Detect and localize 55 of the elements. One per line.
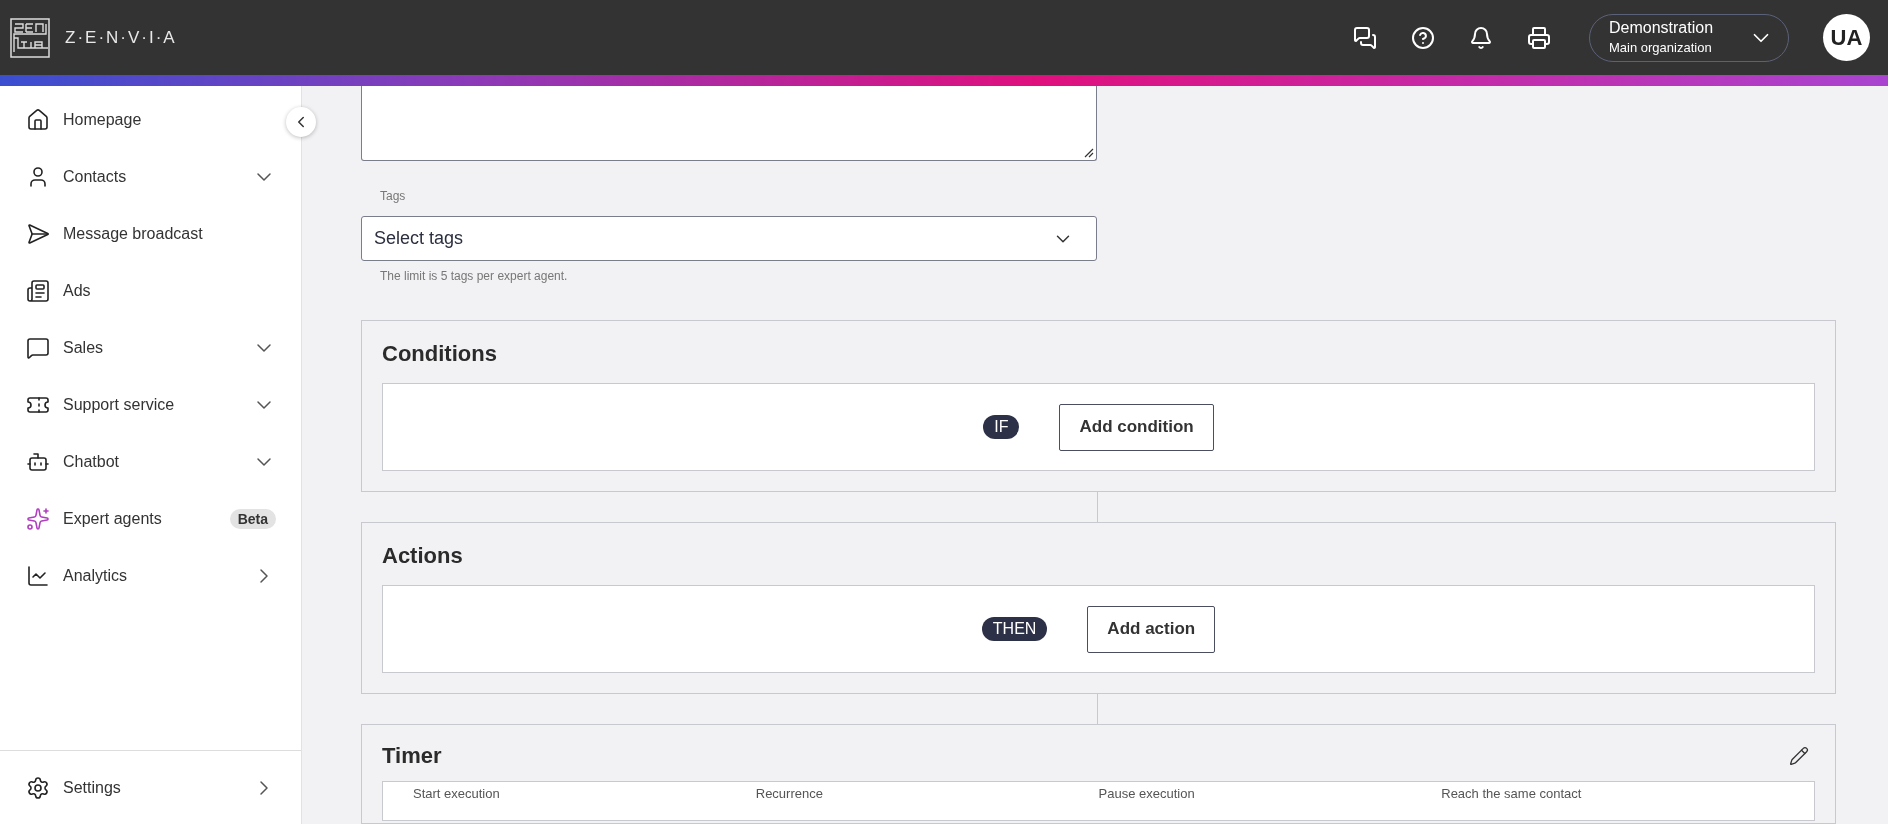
sidebar-item[interactable]: Analytics: [0, 547, 284, 604]
sidebar-label: Ads: [63, 280, 92, 301]
send-icon: [26, 221, 50, 246]
organization-name: Demonstration: [1609, 17, 1715, 38]
sparkles-icon: [26, 506, 50, 531]
sidebar-item[interactable]: Support service: [0, 376, 284, 433]
bell-icon[interactable]: [1469, 25, 1493, 50]
section-title: Timer: [382, 743, 443, 769]
collapse-button[interactable]: [286, 107, 316, 137]
sidebar-label: Expert agents: [63, 508, 163, 529]
printer-icon[interactable]: [1527, 25, 1551, 50]
sidebar-label: Support service: [63, 394, 176, 415]
sidebar-item[interactable]: Chatbot: [0, 433, 284, 490]
house-icon: [26, 107, 50, 132]
sidebar-item[interactable]: Message broadcast: [0, 205, 284, 262]
resize-grip-icon: [1084, 148, 1094, 159]
beta-badge: Beta: [229, 508, 276, 529]
section-title: Conditions: [382, 341, 498, 367]
organization-subtitle: Main organization: [1609, 38, 1713, 57]
sidebar-item[interactable]: Homepage: [0, 91, 284, 148]
section-title: Actions: [382, 543, 464, 569]
sidebar-item[interactable]: Sales: [0, 319, 284, 376]
sidebar-label: Homepage: [63, 109, 143, 130]
tags-label: Tags: [380, 188, 407, 206]
logo-icon: [10, 17, 50, 58]
sidebar-item[interactable]: Expert agents Beta: [0, 490, 284, 547]
sidebar-label: Contacts: [63, 166, 128, 187]
chat-bubble-icon: [26, 335, 50, 360]
line-chart-icon: [26, 563, 50, 588]
tags-select[interactable]: Select tags: [361, 216, 1097, 261]
sidebar-item[interactable]: Settings: [0, 759, 284, 816]
timer-column-label: Start execution: [413, 786, 501, 803]
add-button[interactable]: Add condition: [1059, 403, 1214, 451]
sidebar-label: Settings: [63, 777, 122, 798]
sidebar-item[interactable]: Contacts: [0, 148, 284, 205]
sidebar-label: Chatbot: [63, 451, 121, 472]
timer-column-label: Recurrence: [755, 786, 824, 803]
timer-column-label: Pause execution: [1098, 786, 1196, 803]
help-icon[interactable]: [1411, 25, 1435, 50]
brand-wordmark: Z·E·N·V·I·A: [65, 26, 177, 49]
settings-icon: [26, 775, 50, 800]
chat-help-icon[interactable]: [1353, 25, 1377, 50]
sidebar-item[interactable]: Ads: [0, 262, 284, 319]
document-icon: [26, 278, 50, 303]
timer-column-label: Reach the same contact: [1441, 786, 1583, 803]
tags-helper-text: The limit is 5 tags per expert agent.: [380, 268, 569, 285]
add-button[interactable]: Add action: [1087, 605, 1216, 653]
sidebar-label: Sales: [63, 337, 105, 358]
sidebar-label: Analytics: [63, 565, 129, 586]
user-avatar[interactable]: UA: [1823, 14, 1870, 61]
logic-tag: THEN: [981, 617, 1048, 641]
select-placeholder: Select tags: [374, 227, 465, 251]
logic-tag: IF: [983, 415, 1020, 439]
sidebar-label: Message broadcast: [63, 223, 204, 244]
edit-icon[interactable]: [1789, 746, 1809, 766]
